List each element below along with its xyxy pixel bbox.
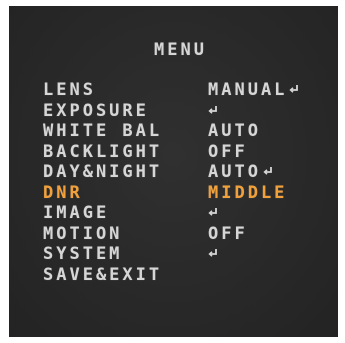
enter-return-icon (208, 105, 217, 114)
osd-menu-screen: MENU LENS MANUAL EXPOSURE WHITE BAL AUTO… (9, 6, 338, 337)
menu-item-label: LENS (43, 80, 96, 100)
enter-return-icon (208, 249, 217, 257)
enter-return-icon (263, 167, 272, 175)
menu-list: LENS MANUAL EXPOSURE WHITE BAL AUTO BACK… (43, 80, 313, 285)
menu-item-label: DNR (43, 182, 83, 203)
menu-item-value: AUTO (208, 162, 273, 182)
menu-item-day-night[interactable]: DAY&NIGHT AUTO (43, 162, 313, 183)
menu-item-white-bal[interactable]: WHITE BAL AUTO (43, 121, 313, 142)
menu-item-exposure[interactable]: EXPOSURE (43, 101, 313, 122)
menu-item-system[interactable]: SYSTEM (43, 244, 313, 265)
menu-item-value: MANUAL (208, 80, 299, 100)
menu-item-save-exit[interactable]: SAVE&EXIT (43, 265, 313, 286)
menu-item-value (208, 203, 218, 223)
menu-item-label: IMAGE (43, 203, 110, 223)
menu-item-label: SYSTEM (43, 244, 123, 264)
menu-item-value: MIDDLE (208, 182, 288, 203)
menu-item-label: DAY&NIGHT (43, 162, 163, 182)
menu-item-label: SAVE&EXIT (43, 264, 163, 285)
menu-item-motion[interactable]: MOTION OFF (43, 224, 313, 245)
menu-item-value (208, 101, 218, 121)
menu-item-value: AUTO (208, 121, 261, 141)
menu-item-label: BACKLIGHT (43, 141, 163, 162)
menu-item-label: EXPOSURE (43, 100, 149, 121)
menu-item-value: OFF (208, 223, 248, 244)
menu-item-value: OFF (208, 141, 248, 162)
menu-item-label: MOTION (43, 223, 123, 244)
menu-item-backlight[interactable]: BACKLIGHT OFF (43, 142, 313, 163)
menu-item-lens[interactable]: LENS MANUAL (43, 80, 313, 101)
menu-item-image[interactable]: IMAGE (43, 203, 313, 224)
menu-item-value (208, 244, 218, 264)
menu-title: MENU (154, 40, 207, 60)
menu-item-label: WHITE BAL (43, 121, 163, 141)
enter-return-icon (208, 208, 217, 216)
menu-item-dnr[interactable]: DNR MIDDLE (43, 183, 313, 204)
enter-return-icon (289, 85, 299, 93)
